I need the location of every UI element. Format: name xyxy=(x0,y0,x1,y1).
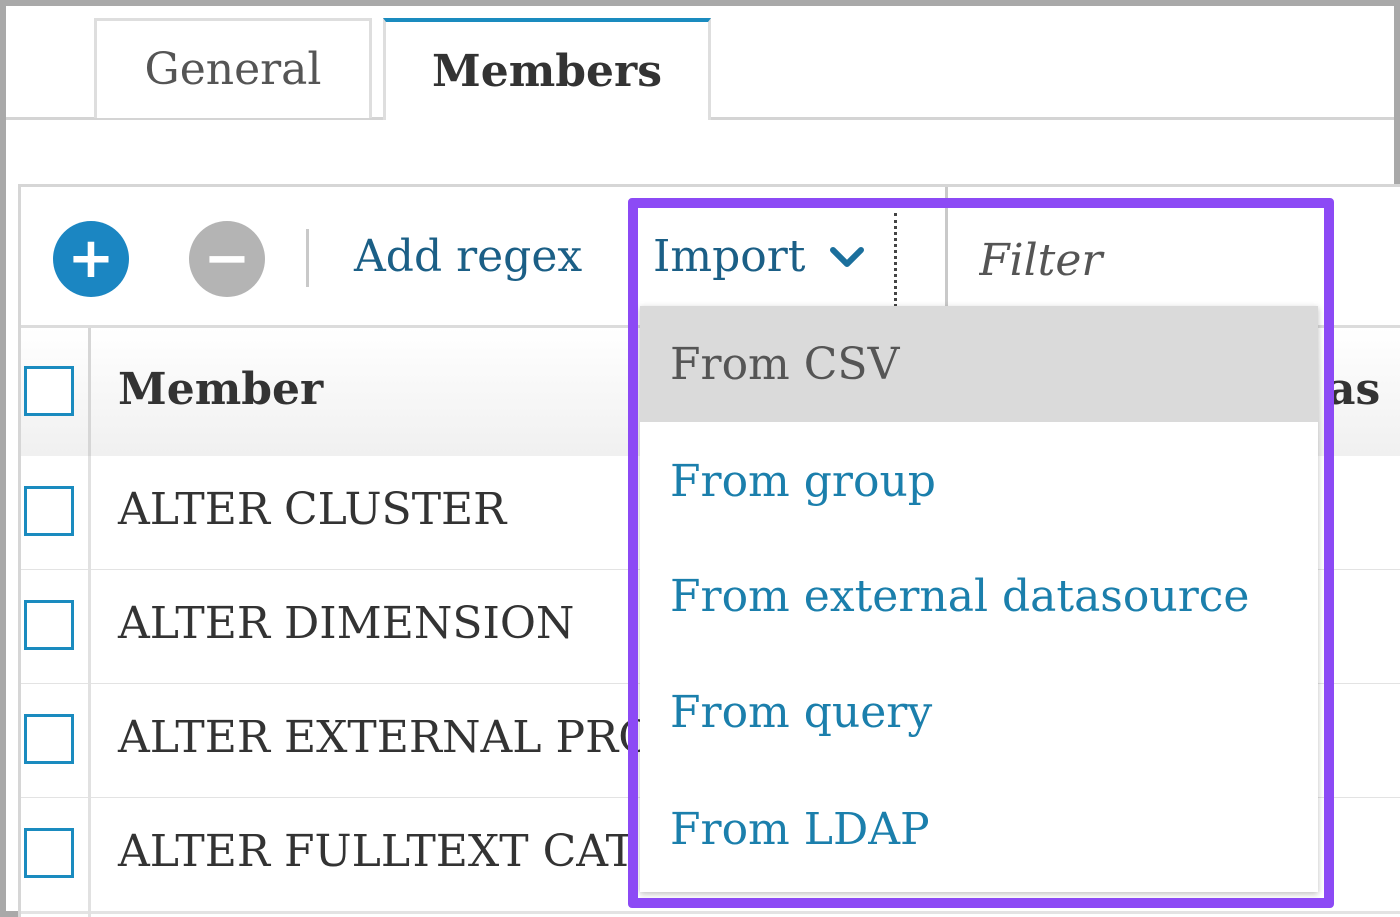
row-checkbox[interactable] xyxy=(24,714,74,764)
import-label: Import xyxy=(653,231,806,282)
filter-divider xyxy=(945,187,948,307)
import-focus-divider xyxy=(894,213,897,307)
menu-item-from-csv[interactable]: From CSV xyxy=(640,306,1318,422)
minus-circle-icon: − xyxy=(203,226,251,291)
row-checkbox[interactable] xyxy=(24,600,74,650)
row-checkbox[interactable] xyxy=(24,828,74,878)
menu-item-from-ldap[interactable]: From LDAP xyxy=(640,771,1318,887)
tab-members-label: Members xyxy=(432,45,662,97)
row-checkbox[interactable] xyxy=(24,486,74,536)
member-cell: ALTER CLUSTER xyxy=(118,484,507,535)
column-header-member[interactable]: Member xyxy=(118,364,323,415)
column-header-extra[interactable]: as xyxy=(1327,364,1380,415)
import-dropdown-menu: From CSV From group From external dataso… xyxy=(640,306,1318,892)
select-all-checkbox[interactable] xyxy=(24,366,74,416)
member-cell: ALTER FULLTEXT CAT xyxy=(118,826,635,877)
plus-circle-icon: + xyxy=(67,226,115,291)
member-cell: ALTER EXTERNAL PRO xyxy=(118,712,655,763)
import-button[interactable]: Import xyxy=(653,231,865,282)
tab-general[interactable]: General xyxy=(94,18,372,118)
menu-item-from-external-datasource[interactable]: From external datasource xyxy=(640,538,1318,654)
add-regex-button[interactable]: Add regex xyxy=(354,231,582,282)
menu-item-from-group[interactable]: From group xyxy=(640,423,1318,539)
filter-input[interactable] xyxy=(961,217,1341,303)
tab-members[interactable]: Members xyxy=(383,18,711,120)
column-divider xyxy=(88,456,91,917)
column-divider xyxy=(88,328,91,456)
remove-member-button[interactable]: − xyxy=(189,221,265,297)
chevron-down-icon xyxy=(830,246,865,267)
tab-general-label: General xyxy=(144,44,322,95)
add-member-button[interactable]: + xyxy=(53,221,129,297)
toolbar-divider xyxy=(306,229,309,287)
menu-item-from-query[interactable]: From query xyxy=(640,654,1318,770)
member-cell: ALTER DIMENSION xyxy=(118,598,575,649)
